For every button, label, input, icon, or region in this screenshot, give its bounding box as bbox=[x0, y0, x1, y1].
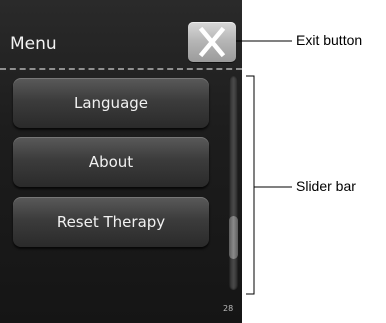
slider-callout-bracket bbox=[246, 75, 255, 295]
exit-button-annotation: Exit button bbox=[296, 32, 363, 48]
slider-bar-annotation: Slider bar bbox=[296, 178, 356, 194]
annotation-lines bbox=[236, 40, 292, 295]
